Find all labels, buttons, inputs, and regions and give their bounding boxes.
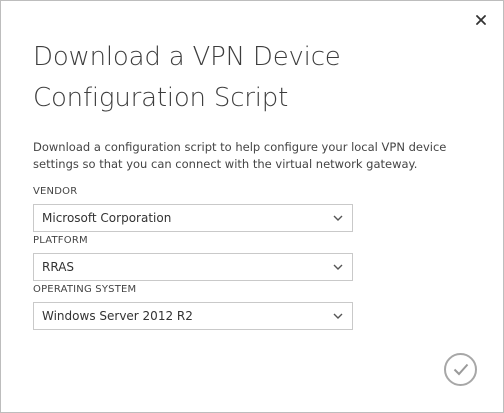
vpn-config-dialog: Download a VPN Device Configuration Scri…: [0, 0, 504, 413]
chevron-down-icon: [324, 254, 352, 280]
dialog-description: Download a configuration script to help …: [33, 140, 447, 171]
os-select-value: Windows Server 2012 R2: [42, 309, 193, 323]
dialog-title: Download a VPN Device Configuration Scri…: [33, 42, 341, 113]
vendor-select-value: Microsoft Corporation: [42, 211, 172, 225]
platform-select[interactable]: RRAS: [33, 253, 353, 281]
platform-label: PLATFORM: [33, 235, 88, 246]
close-button[interactable]: [473, 12, 489, 28]
vendor-label: VENDOR: [33, 186, 78, 197]
chevron-down-icon: [324, 303, 352, 329]
os-select[interactable]: Windows Server 2012 R2: [33, 302, 353, 330]
checkmark-icon: [453, 363, 468, 376]
confirm-button[interactable]: [444, 353, 477, 386]
close-icon: [476, 15, 486, 25]
vendor-select[interactable]: Microsoft Corporation: [33, 204, 353, 232]
os-label: OPERATING SYSTEM: [33, 284, 137, 295]
platform-select-value: RRAS: [42, 260, 75, 274]
chevron-down-icon: [324, 205, 352, 231]
